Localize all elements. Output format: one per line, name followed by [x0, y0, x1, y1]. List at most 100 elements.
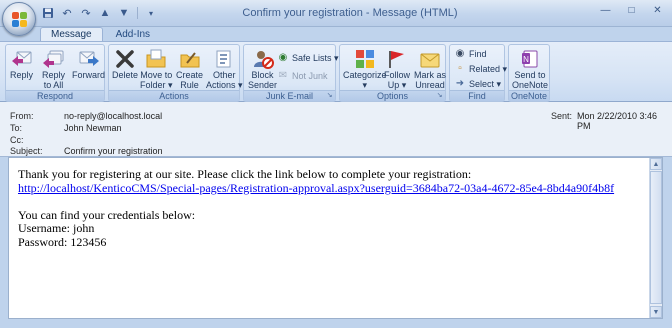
create-rule-icon [179, 48, 201, 70]
to-label: To: [10, 123, 23, 133]
forward-button[interactable]: Forward [72, 48, 105, 80]
group-find: ◉ Find ▫ Related ▾ ➜ Select ▾ Find [449, 44, 507, 102]
follow-up-label-2: Up ▾ [387, 80, 407, 90]
subject-label: Subject: [10, 146, 43, 156]
categorize-icon [354, 48, 376, 70]
safe-lists-label: Safe Lists ▾ [292, 52, 339, 63]
move-to-label-1: Move to [140, 70, 173, 80]
group-label-respond: Respond [6, 90, 104, 101]
not-junk-label: Not Junk [292, 71, 328, 81]
select-button[interactable]: ➜ Select ▾ [454, 77, 501, 91]
from-value[interactable]: no-reply@localhost.local [64, 111, 162, 121]
title-bar: ↶ ↷ ▲ ▼ ▾ Confirm your registration - Me… [0, 0, 672, 27]
safe-lists-button[interactable]: ◉ Safe Lists ▾ [277, 51, 339, 65]
message-content: Thank you for registering at our site. P… [18, 167, 643, 249]
move-to-folder-button[interactable]: Move to Folder ▾ [140, 48, 173, 90]
body-line-credentials: You can find your credentials below: [18, 207, 196, 222]
group-respond: Reply Reply to All Forward Respond [5, 44, 105, 102]
block-sender-button[interactable]: Block Sender [248, 48, 277, 90]
dialog-launcher-icon[interactable]: ↘ [435, 91, 444, 100]
from-label: From: [10, 111, 34, 121]
message-body[interactable]: Thank you for registering at our site. P… [8, 157, 663, 319]
reply-all-label-1: Reply [42, 70, 66, 80]
message-header: From: no-reply@localhost.local To: John … [0, 102, 672, 157]
group-label-actions: Actions [109, 90, 239, 101]
not-junk-icon: ✉ [278, 70, 288, 81]
block-sender-label-1: Block [251, 70, 274, 80]
forward-label: Forward [72, 70, 106, 80]
categorize-button[interactable]: Categorize ▾ [343, 48, 387, 90]
mark-as-unread-button[interactable]: Mark as Unread [414, 48, 446, 90]
sent-value: Mon 2/22/2010 3:46 PM [577, 111, 658, 131]
body-line-password: Password: 123456 [18, 234, 107, 249]
reply-label: Reply [10, 70, 34, 80]
related-button[interactable]: ▫ Related ▾ [454, 62, 507, 76]
vertical-scrollbar[interactable]: ▲ ▼ [649, 158, 662, 318]
mark-unread-label-1: Mark as [414, 70, 447, 80]
up-arrow-icon[interactable]: ▲ [97, 5, 113, 21]
cc-label: Cc: [10, 135, 24, 145]
maximize-icon[interactable]: □ [619, 2, 644, 19]
delete-icon [114, 48, 136, 70]
forward-icon [78, 48, 100, 70]
subject-value: Confirm your registration [64, 146, 163, 156]
move-folder-icon [145, 48, 167, 70]
window-controls: — □ ✕ [593, 2, 670, 19]
office-logo-icon [12, 12, 27, 27]
delete-label: Delete [112, 70, 139, 80]
mark-unread-icon [419, 48, 441, 70]
reply-all-button[interactable]: Reply to All [42, 48, 65, 90]
categorize-label: Categorize [343, 70, 387, 80]
scroll-down-icon[interactable]: ▼ [650, 306, 662, 318]
move-to-label-2: Folder ▾ [140, 80, 173, 90]
reply-all-label-2: to All [43, 80, 64, 90]
group-label-options: Options [340, 90, 445, 101]
other-actions-label-1: Other [213, 70, 236, 80]
group-actions: Delete Move to Folder ▾ Create Rule Othe… [108, 44, 243, 102]
not-junk-button[interactable]: ✉ Not Junk [277, 69, 328, 83]
find-label: Find [469, 49, 487, 59]
customize-icon[interactable]: ▾ [143, 5, 159, 21]
other-actions-icon [213, 48, 235, 70]
tab-add-ins[interactable]: Add-Ins [105, 27, 161, 42]
group-label-junk-email: Junk E-mail [244, 90, 335, 101]
send-to-onenote-button[interactable]: N Send to OneNote [512, 48, 548, 90]
scroll-up-icon[interactable]: ▲ [650, 158, 662, 170]
create-rule-button[interactable]: Create Rule [176, 48, 203, 90]
minimize-icon[interactable]: — [593, 2, 618, 19]
delete-button[interactable]: Delete [112, 48, 138, 80]
registration-link[interactable]: http://localhost/KenticoCMS/Special-page… [18, 181, 614, 195]
other-actions-label-2: Actions ▾ [206, 80, 243, 90]
categorize-dropdown-icon: ▾ [362, 80, 368, 90]
window-title: Confirm your registration - Message (HTM… [242, 7, 458, 19]
close-icon[interactable]: ✕ [645, 2, 670, 19]
reply-all-icon [42, 48, 65, 70]
quick-access-toolbar: ↶ ↷ ▲ ▼ ▾ [40, 5, 159, 21]
block-sender-label-2: Sender [248, 80, 278, 90]
reply-button[interactable]: Reply [10, 48, 33, 80]
mark-unread-label-2: Unread [415, 80, 445, 90]
related-icon: ▫ [458, 63, 462, 74]
dialog-launcher-icon[interactable]: ↘ [325, 91, 334, 100]
scroll-thumb[interactable] [650, 171, 662, 304]
follow-up-button[interactable]: Follow Up ▾ [384, 48, 410, 90]
find-button[interactable]: ◉ Find [454, 47, 487, 61]
send-to-onenote-label-2: OneNote [512, 80, 549, 90]
block-sender-icon [252, 48, 274, 70]
down-arrow-icon[interactable]: ▼ [116, 5, 132, 21]
group-onenote: N Send to OneNote OneNote [508, 44, 550, 102]
create-rule-label-1: Create [176, 70, 204, 80]
office-button[interactable] [2, 2, 36, 36]
to-value[interactable]: John Newman [64, 123, 122, 133]
body-line-username: Username: john [18, 221, 95, 235]
other-actions-button[interactable]: Other Actions ▾ [206, 48, 243, 90]
undo-icon[interactable]: ↶ [59, 5, 75, 21]
ribbon: Reply Reply to All Forward Respond Delet… [0, 41, 672, 102]
create-rule-label-2: Rule [180, 80, 199, 90]
tab-message[interactable]: Message [40, 27, 103, 42]
follow-up-label-1: Follow [384, 70, 411, 80]
redo-icon[interactable]: ↷ [78, 5, 94, 21]
send-to-onenote-label-1: Send to [514, 70, 546, 80]
save-icon[interactable] [40, 5, 56, 21]
